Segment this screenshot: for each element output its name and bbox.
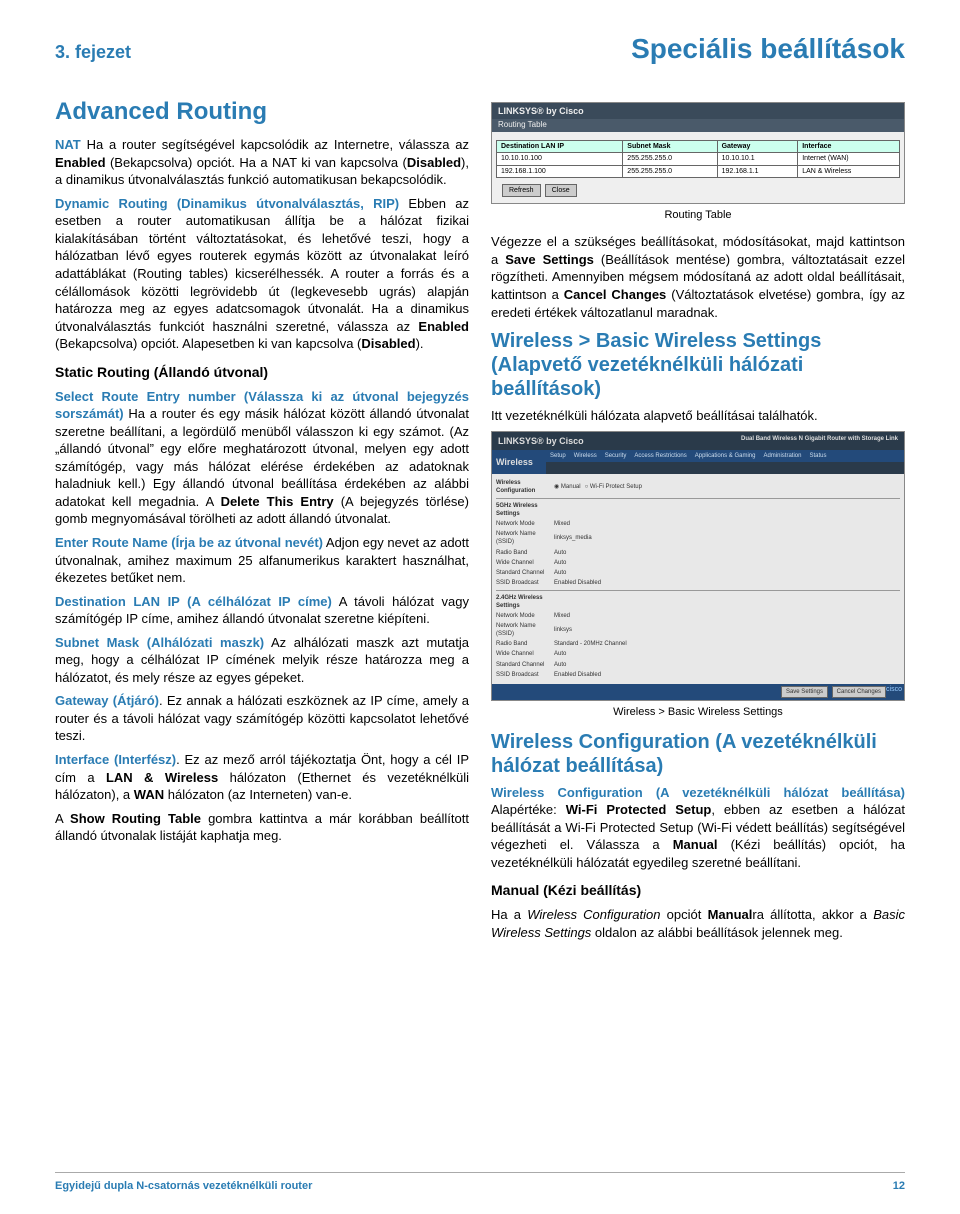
th-gateway: Gateway [717, 140, 798, 152]
th-subnet: Subnet Mask [623, 140, 717, 152]
lead-destination-lan-ip: Destination LAN IP (A célhálózat IP címe… [55, 594, 332, 609]
figure-caption-routing: Routing Table [491, 208, 905, 223]
close-button[interactable]: Close [545, 184, 577, 197]
page-header: 3. fejezet Speciális beállítások [55, 30, 905, 68]
heading-static-routing: Static Routing (Állandó útvonal) [55, 363, 469, 382]
wireless-title: Dual Band Wireless N Gigabit Router with… [741, 435, 898, 443]
para-enter-route-name: Enter Route Name (Írja be az útvonal nev… [55, 534, 469, 587]
left-column: Advanced Routing NAT Ha a router segítsé… [55, 96, 469, 948]
para-gateway: Gateway (Átjáró). Ez annak a hálózati es… [55, 692, 469, 745]
heading-wireless-config: Wireless Configuration (A vezetéknélküli… [491, 730, 905, 778]
lead-subnet-mask: Subnet Mask (Alhálózati maszk) [55, 635, 264, 650]
wireless-side: Wireless [492, 450, 546, 474]
tab-status[interactable]: Status [809, 452, 826, 460]
routing-table: Destination LAN IP Subnet Mask Gateway I… [496, 140, 900, 178]
save-settings-button[interactable]: Save Settings [781, 686, 828, 698]
radio-wps[interactable]: ○ Wi-Fi Protect Setup [585, 483, 642, 491]
chapter-label: 3. fejezet [55, 40, 131, 64]
footer-text: Egyidejű dupla N-csatornás vezetéknélkül… [55, 1179, 312, 1194]
tab-admin[interactable]: Administration [763, 452, 801, 460]
para-save-settings: Végezze el a szükséges beállításokat, mó… [491, 233, 905, 321]
group-5ghz: 5GHz Wireless Settings [496, 502, 550, 518]
cisco-logo: cisco [886, 685, 902, 694]
para-interface: Interface (Interfész). Ez az mező arról … [55, 751, 469, 804]
th-dest-ip: Destination LAN IP [497, 140, 623, 152]
para-wireless-config: Wireless Configuration (A vezetéknélküli… [491, 784, 905, 872]
table-row: 10.10.10.100255.255.255.010.10.10.1Inter… [497, 153, 900, 165]
tab-apps[interactable]: Applications & Gaming [695, 452, 756, 460]
para-wireless-intro: Itt vezetéknélküli hálózata alapvető beá… [491, 407, 905, 425]
lead-dynamic-routing: Dynamic Routing (Dinamikus útvonalválasz… [55, 196, 399, 211]
para-destination-lan-ip: Destination LAN IP (A célhálózat IP címe… [55, 593, 469, 628]
radio-manual[interactable]: ◉ Manual [554, 483, 581, 491]
table-row: 192.168.1.100255.255.255.0192.168.1.1LAN… [497, 165, 900, 177]
figure-brand: LINKSYS® by Cisco [492, 103, 904, 119]
lead-enter-route-name: Enter Route Name (Írja be az útvonal nev… [55, 535, 323, 550]
wconf-label: Wireless Configuration [496, 479, 550, 495]
page-footer: Egyidejű dupla N-csatornás vezetéknélkül… [55, 1172, 905, 1194]
cancel-changes-button[interactable]: Cancel Changes [832, 686, 886, 698]
para-show-routing-table: A Show Routing Table gombra kattintva a … [55, 810, 469, 845]
tab-access[interactable]: Access Restrictions [634, 452, 686, 460]
figure-wireless-settings: LINKSYS® by Cisco Dual Band Wireless N G… [491, 431, 905, 701]
para-subnet-mask: Subnet Mask (Alhálózati maszk) Az alháló… [55, 634, 469, 687]
heading-manual: Manual (Kézi beállítás) [491, 881, 905, 900]
heading-basic-wireless: Wireless > Basic Wireless Settings (Alap… [491, 329, 905, 401]
right-column: LINKSYS® by Cisco Routing Table Destinat… [491, 96, 905, 948]
lead-gateway: Gateway (Átjáró) [55, 693, 159, 708]
wireless-brand: LINKSYS® by Cisco [498, 436, 584, 446]
para-select-route: Select Route Entry number (Válassza ki a… [55, 388, 469, 528]
para-dynamic-routing: Dynamic Routing (Dinamikus útvonalválasz… [55, 195, 469, 353]
para-manual: Ha a Wireless Configuration opciót Manua… [491, 906, 905, 941]
para-nat: NAT Ha a router segítségével kapcsolódik… [55, 136, 469, 189]
figure-routing-table: LINKSYS® by Cisco Routing Table Destinat… [491, 102, 905, 205]
figure-caption-wireless: Wireless > Basic Wireless Settings [491, 705, 905, 720]
tab-wireless[interactable]: Wireless [574, 452, 597, 460]
group-24ghz: 2.4GHz Wireless Settings [496, 594, 550, 610]
section-title: Speciális beállítások [631, 30, 905, 68]
lead-nat: NAT [55, 137, 81, 152]
figure-tab: Routing Table [492, 119, 904, 132]
wireless-tabs: Setup Wireless Security Access Restricti… [546, 450, 904, 462]
refresh-button[interactable]: Refresh [502, 184, 541, 197]
tab-security[interactable]: Security [605, 452, 627, 460]
heading-advanced-routing: Advanced Routing [55, 96, 469, 128]
tab-setup[interactable]: Setup [550, 452, 566, 460]
th-interface: Interface [798, 140, 900, 152]
page-number: 12 [893, 1179, 905, 1194]
lead-wireless-config: Wireless Configuration (A vezetéknélküli… [491, 785, 905, 800]
lead-interface: Interface (Interfész) [55, 752, 176, 767]
